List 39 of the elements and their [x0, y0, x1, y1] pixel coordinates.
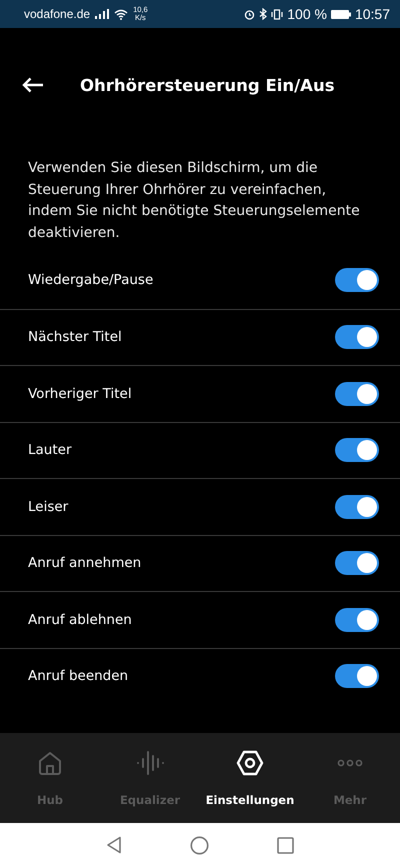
nav-tab[interactable]: Hub — [0, 733, 100, 823]
toggle-switch[interactable] — [335, 438, 379, 462]
clock-time: 10:57 — [354, 6, 390, 22]
carrier-name: vodafone.de — [24, 7, 90, 21]
more-icon — [336, 759, 364, 767]
battery-percentage: 100 % — [287, 6, 327, 22]
bluetooth-icon — [259, 8, 268, 20]
toggle-switch[interactable] — [335, 268, 379, 292]
toggle-switch[interactable] — [335, 382, 379, 406]
house-icon — [36, 749, 64, 777]
alarm-icon — [244, 8, 256, 20]
recents-square-icon[interactable] — [277, 836, 294, 854]
toggle-switch[interactable] — [335, 494, 379, 519]
nav-tab[interactable]: Mehr — [300, 733, 400, 823]
control-label: Anruf beenden — [28, 668, 128, 684]
page-title: Ohrhörersteuerung Ein/Aus — [80, 76, 335, 94]
control-label: Vorheriger Titel — [28, 386, 132, 402]
settings-icon — [236, 749, 264, 777]
nav-tab[interactable]: Einstellungen — [200, 733, 300, 823]
control-label: Anruf annehmen — [28, 555, 142, 572]
toggle-switch[interactable] — [335, 551, 379, 576]
control-label: Nächster Titel — [28, 329, 122, 346]
control-label: Anruf ablehnen — [28, 612, 132, 628]
battery-icon — [330, 10, 351, 18]
wifi-icon — [114, 8, 128, 20]
toggle-switch[interactable] — [335, 664, 379, 688]
description-text: Verwenden Sie diesen Bildschirm, um die Steuerung Ihrer Ohrhörer zu vereinfachen, indem Sie nicht benötigte Steuerungselemente deaktivieren. — [28, 159, 361, 242]
toggle-switch[interactable] — [335, 325, 379, 350]
sound-wave-icon — [135, 749, 165, 777]
back-button[interactable] — [22, 76, 46, 94]
toggle-switch[interactable] — [335, 608, 379, 632]
control-label: Lauter — [28, 442, 72, 458]
home-circle-icon[interactable] — [190, 836, 209, 854]
control-label: Leiser — [28, 498, 68, 515]
control-label: Wiedergabe/Pause — [28, 272, 154, 288]
signal-icon — [95, 9, 110, 19]
back-triangle-icon[interactable] — [106, 836, 122, 854]
vibrate-icon — [271, 8, 284, 20]
nav-tab[interactable]: Equalizer — [100, 733, 200, 823]
